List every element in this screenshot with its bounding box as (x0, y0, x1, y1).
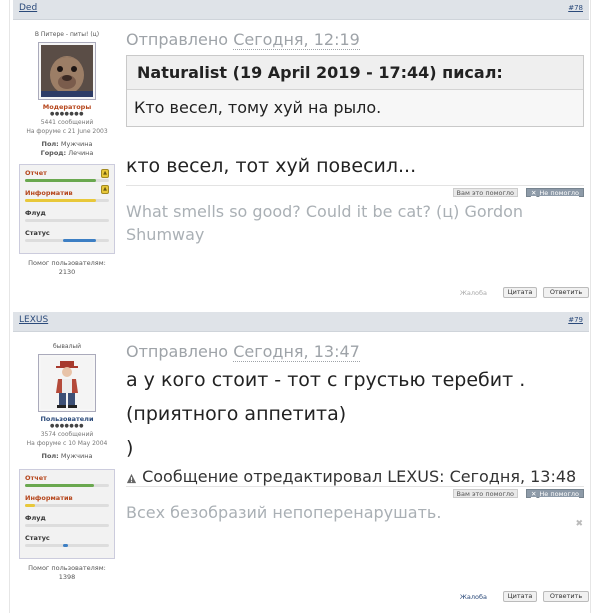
avatar[interactable] (38, 42, 96, 100)
helped-label: Помог пользователям: (28, 259, 106, 267)
edit-notice: Сообщение отредактировал LEXUS: Сегодня,… (126, 467, 584, 486)
stat-bar (25, 239, 109, 242)
user-stats: Отчет Информатив Флуд Статус (19, 469, 115, 559)
rating-row: Вам это помогло ✕ Не помогло (126, 486, 584, 498)
stat-bar-fill (62, 239, 97, 242)
user-stats: ▲ ▲ Отчет Информатив Флуд Статус (19, 164, 115, 254)
quote-button[interactable]: Цитата (503, 287, 537, 298)
stat-bar (25, 219, 109, 222)
helped-button[interactable]: Вам это помогло (452, 489, 518, 498)
user-sidebar: бывалый Пользователи ●●●●●●● 3574 сообще (13, 338, 121, 582)
message-line: ) (126, 437, 134, 459)
rank-dots: ●●●●●●● (49, 111, 85, 117)
stat-label: Статус (25, 229, 50, 237)
post-content: Отправлено Сегодня, 12:19 Naturalist (19… (126, 30, 584, 246)
post-message: кто весел, тот хуй повесил... (126, 155, 417, 177)
post-78: Ded #78 В Питере - питы! (ц) Модераторы … (13, 0, 589, 310)
stat-label: Флуд (25, 209, 46, 217)
stat-bar (25, 544, 109, 547)
helped-button[interactable]: Вам это помогло (452, 188, 518, 197)
post-number-link[interactable]: #78 (568, 4, 583, 12)
quote-text: Кто весел, тому хуй на рыло. (134, 98, 382, 117)
close-icon: ✕ (530, 490, 537, 498)
award-badge-icon: ▲ (101, 185, 109, 194)
message-line: а у кого стоит - тот с грустью теребит . (126, 369, 526, 391)
alf-avatar-icon (41, 45, 93, 97)
user-sidebar: В Питере - питы! (ц) Модераторы ●●●●●●● … (13, 26, 121, 277)
reply-button[interactable]: Ответить (543, 591, 589, 602)
user-title: бывалый (52, 343, 82, 350)
stat-bar (25, 179, 109, 182)
post-author-link[interactable]: Ded (19, 3, 37, 13)
user-gender: Пол: Мужчина (41, 140, 93, 148)
user-rank: Пользователи (40, 415, 94, 423)
reply-button[interactable]: Ответить (543, 287, 589, 298)
stat-bar-fill (62, 544, 68, 547)
stat-bar (25, 524, 109, 527)
quote-button[interactable]: Цитата (503, 591, 537, 602)
close-signature-icon[interactable]: ✖ (575, 519, 583, 529)
message-line: (приятного аппетита) (126, 403, 347, 425)
avatar[interactable] (38, 354, 96, 412)
message-count: 5441 сообщений (40, 119, 94, 126)
forum-page: Ded #78 В Питере - питы! (ц) Модераторы … (9, 0, 591, 613)
user-city: Город: Лечина (40, 149, 94, 157)
post-date: Отправлено Сегодня, 13:47 (126, 342, 360, 362)
helped-count: 1398 (58, 573, 76, 581)
rating-row: Вам это помогло ✕ Не помогло (126, 185, 584, 197)
message-count: 3574 сообщений (40, 431, 94, 438)
user-avatar-icon (41, 357, 93, 409)
join-date: На форуме с 10 May 2004 (26, 440, 108, 447)
user-gender: Пол: Мужчина (41, 452, 93, 460)
post-content: Отправлено Сегодня, 13:47 а у кого стоит… (126, 342, 584, 529)
stat-bar (25, 199, 109, 202)
close-icon: ✕ (530, 189, 537, 197)
post-number-link[interactable]: #79 (568, 316, 583, 324)
post-header: LEXUS #79 (13, 312, 589, 332)
stat-bar-fill (25, 179, 97, 182)
report-link[interactable]: Жалоба (460, 591, 487, 603)
stat-bar-fill (25, 504, 36, 507)
award-badge-icon: ▲ (101, 169, 109, 178)
stat-label: Отчет (25, 169, 47, 177)
stat-label: Информатив (25, 494, 73, 502)
stat-bar (25, 504, 109, 507)
post-date: Отправлено Сегодня, 12:19 (126, 30, 360, 50)
stat-label: Статус (25, 534, 50, 542)
user-title: В Питере - питы! (ц) (34, 31, 100, 38)
user-rank: Модераторы (42, 103, 92, 111)
user-signature: Всех безобразий непоперенарушать. (126, 503, 442, 522)
rank-dots: ●●●●●●● (49, 423, 85, 429)
post-message: а у кого стоит - тот с грустью теребит .… (126, 363, 584, 465)
stat-bar-fill (25, 484, 94, 487)
not-helped-button[interactable]: ✕ Не помогло (525, 188, 584, 197)
helped-count: 2130 (58, 268, 76, 276)
quote-block: Naturalist (19 April 2019 - 17:44) писал… (126, 55, 584, 127)
stat-bar (25, 484, 109, 487)
stat-label: Информатив (25, 189, 73, 197)
quote-header: Naturalist (19 April 2019 - 17:44) писал… (127, 56, 583, 90)
post-author-link[interactable]: LEXUS (19, 315, 48, 325)
report-link[interactable]: Жалоба (460, 287, 487, 299)
helped-label: Помог пользователям: (28, 564, 106, 572)
warning-icon (126, 469, 137, 484)
not-helped-button[interactable]: ✕ Не помогло (525, 489, 584, 498)
stat-label: Флуд (25, 514, 46, 522)
post-actions: Жалоба Цитата Ответить (389, 591, 589, 603)
user-signature: What smells so good? Could it be cat? (ц… (126, 202, 524, 244)
join-date: На форуме с 21 June 2003 (26, 128, 108, 135)
post-actions: Жалоба Цитата Ответить (389, 287, 589, 299)
stat-bar-fill (25, 199, 97, 202)
post-79: LEXUS #79 бывалый Пользователи ●●●●●●● 3… (13, 312, 589, 613)
post-header: Ded #78 (13, 0, 589, 20)
stat-label: Отчет (25, 474, 47, 482)
